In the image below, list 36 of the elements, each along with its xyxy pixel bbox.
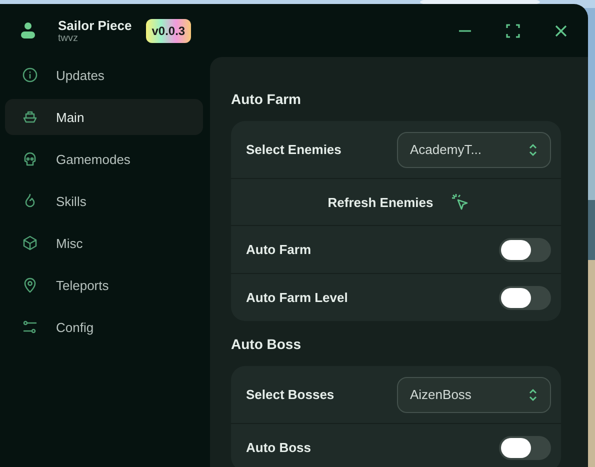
- location-pin-icon: [22, 277, 38, 293]
- close-icon: [554, 24, 568, 38]
- cursor-click-icon: [451, 193, 470, 211]
- setting-label: Auto Farm Level: [246, 290, 348, 305]
- refresh-enemies-button[interactable]: Refresh Enemies: [231, 178, 561, 225]
- chevron-up-down-icon: [528, 142, 538, 158]
- chevron-up-down-icon: [528, 386, 538, 402]
- app-title: Sailor Piece: [58, 18, 132, 32]
- sliders-icon: [22, 319, 38, 335]
- sidebar-item[interactable]: Skills: [5, 183, 203, 219]
- info-icon: [22, 67, 38, 83]
- toggle-switch[interactable]: [499, 436, 551, 460]
- section-heading: Auto Boss: [231, 336, 302, 352]
- sidebar-item[interactable]: Teleports: [5, 267, 203, 303]
- sidebar-item[interactable]: Misc: [5, 225, 203, 261]
- setting-label: Select Bosses: [246, 387, 334, 402]
- setting-label: Select Enemies: [246, 142, 342, 157]
- setting-label: Auto Boss: [246, 440, 311, 455]
- skull-icon: [22, 151, 38, 167]
- cube-icon: [22, 235, 38, 251]
- maximize-icon: [506, 24, 520, 38]
- minimize-icon: [459, 30, 471, 32]
- ship-icon: [22, 109, 38, 125]
- user-icon: [18, 20, 38, 40]
- sidebar-item[interactable]: Updates: [5, 57, 203, 93]
- sidebar-item[interactable]: Config: [5, 309, 203, 345]
- section-heading: Auto Farm: [231, 91, 302, 107]
- toggle-switch[interactable]: [499, 286, 551, 310]
- dropdown[interactable]: AizenBoss: [397, 376, 551, 412]
- version-badge: v0.0.3: [146, 18, 192, 42]
- setting-label: Auto Farm: [246, 242, 311, 257]
- sidebar-item[interactable]: Gamemodes: [5, 141, 203, 177]
- sidebar-item[interactable]: Main: [5, 99, 203, 135]
- username: twvz: [58, 32, 79, 44]
- dropdown[interactable]: AcademyT...: [397, 132, 551, 168]
- toggle-switch[interactable]: [499, 238, 551, 262]
